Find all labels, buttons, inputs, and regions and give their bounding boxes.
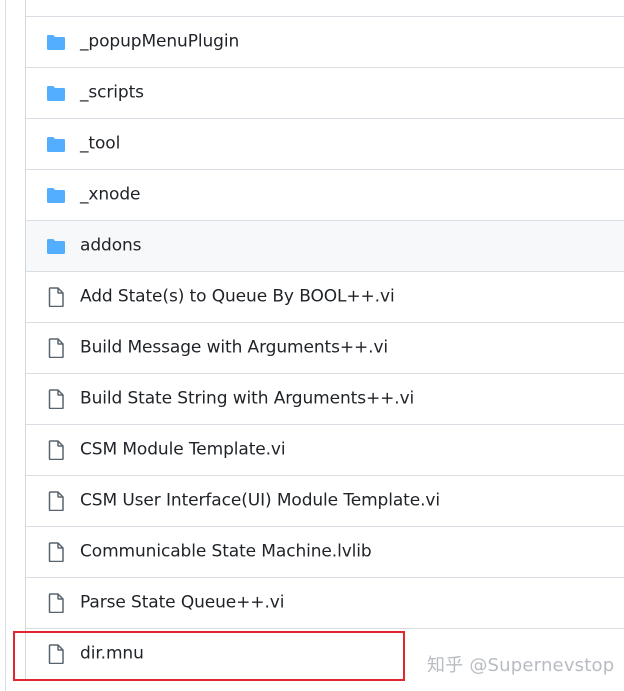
item-name-link[interactable]: _tool (80, 134, 120, 154)
file-icon (46, 338, 66, 358)
folder-icon (46, 83, 66, 103)
folder-icon (46, 236, 66, 256)
item-name-link[interactable]: Parse State Queue++.vi (80, 593, 284, 613)
item-name-link[interactable]: dir.mnu (80, 644, 144, 664)
folder-icon (46, 0, 66, 1)
folder-row[interactable]: _popupMenuPlugin (26, 16, 624, 67)
repo-file-browser: _popup _popupMenuPlugin _scripts _tool _xnod… (0, 0, 624, 691)
folder-row[interactable]: _xnode (26, 169, 624, 220)
item-name-link[interactable]: Build Message with Arguments++.vi (80, 338, 388, 358)
file-icon (46, 440, 66, 460)
item-name-link[interactable]: _scripts (80, 83, 144, 103)
file-icon (46, 491, 66, 511)
folder-icon (46, 32, 66, 52)
file-icon (46, 593, 66, 613)
item-name-link[interactable]: _xnode (80, 185, 140, 205)
item-name-link[interactable]: Build State String with Arguments++.vi (80, 389, 414, 409)
folder-row[interactable]: _popup (26, 0, 624, 16)
item-name-link[interactable]: Communicable State Machine.lvlib (80, 542, 372, 562)
page-edge-divider (5, 0, 6, 691)
file-row[interactable]: CSM User Interface(UI) Module Template.v… (26, 475, 624, 526)
file-row[interactable]: Build State String with Arguments++.vi (26, 373, 624, 424)
item-name-link[interactable]: Add State(s) to Queue By BOOL++.vi (80, 287, 395, 307)
file-icon (46, 389, 66, 409)
folder-row[interactable]: _scripts (26, 67, 624, 118)
watermark: 知乎 @Supernevstop (427, 655, 615, 676)
folder-row[interactable]: addons (26, 220, 624, 271)
item-name-link[interactable]: CSM User Interface(UI) Module Template.v… (80, 491, 440, 511)
folder-icon (46, 185, 66, 205)
file-row[interactable]: Add State(s) to Queue By BOOL++.vi (26, 271, 624, 322)
file-row[interactable]: Build Message with Arguments++.vi (26, 322, 624, 373)
file-list: _popup _popupMenuPlugin _scripts _tool _xnod… (25, 0, 624, 679)
file-icon (46, 542, 66, 562)
item-name-link[interactable]: addons (80, 236, 142, 256)
item-name-link[interactable]: _popupMenuPlugin (80, 32, 239, 52)
item-name-link[interactable]: CSM Module Template.vi (80, 440, 286, 460)
item-name-link[interactable]: _popup (80, 0, 142, 1)
file-icon (46, 287, 66, 307)
folder-icon (46, 134, 66, 154)
file-row[interactable]: Parse State Queue++.vi (26, 577, 624, 628)
folder-row[interactable]: _tool (26, 118, 624, 169)
file-row[interactable]: Communicable State Machine.lvlib (26, 526, 624, 577)
file-row[interactable]: CSM Module Template.vi (26, 424, 624, 475)
file-icon (46, 644, 66, 664)
